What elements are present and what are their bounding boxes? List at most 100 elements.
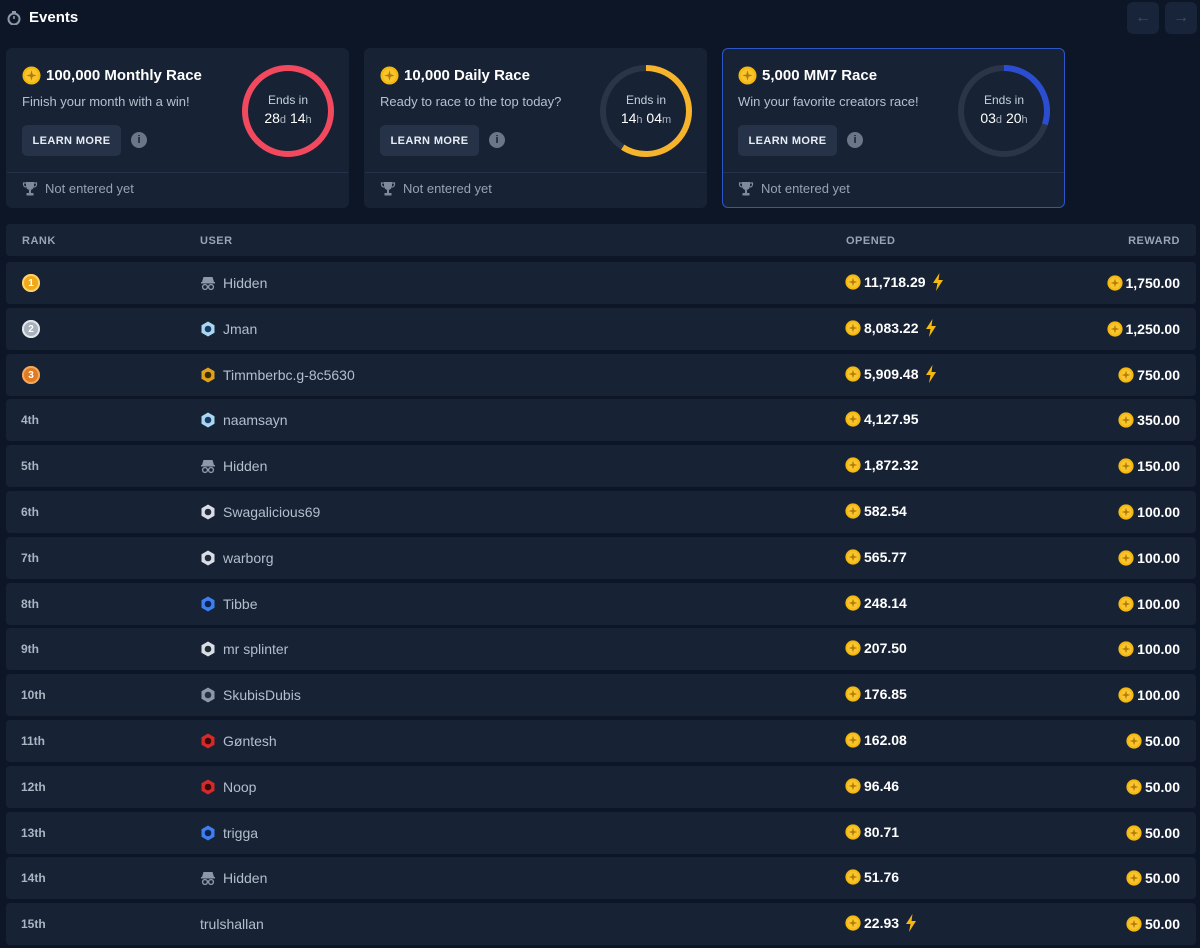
coin-icon xyxy=(1118,412,1134,428)
coin-icon xyxy=(1118,550,1134,566)
username[interactable]: Timmberbc.g-8c5630 xyxy=(223,367,355,383)
username[interactable]: mr splinter xyxy=(223,641,288,657)
opened-amount: 4,127.95 xyxy=(864,411,919,427)
table-row: 13th trigga 80.71 50.00 xyxy=(6,812,1196,854)
rank-column-header: RANK xyxy=(22,235,56,247)
coin-icon xyxy=(1126,916,1142,932)
countdown-value: 14h 04m xyxy=(620,110,672,126)
coin-icon xyxy=(1106,321,1123,337)
coin-icon xyxy=(845,457,861,473)
table-row: 8th Tibbe 248.14 100.00 xyxy=(6,583,1196,625)
bolt-icon xyxy=(926,365,936,383)
learn-more-button[interactable]: LEARN MORE xyxy=(22,125,121,156)
divider xyxy=(723,172,1064,173)
reward-amount: 100.00 xyxy=(1137,641,1180,657)
user-avatar-icon xyxy=(201,596,215,612)
user-avatar-icon xyxy=(201,367,215,383)
opened-amount: 22.93 xyxy=(864,915,900,931)
reward-cell: 50.00 xyxy=(1126,869,1180,887)
user-avatar-icon xyxy=(201,733,215,749)
table-row: 1 Hidden 11,718.29 1,750.00 xyxy=(6,262,1196,304)
bolt-icon xyxy=(933,273,943,291)
leaderboard-header: RANK USER OPENED REWARD xyxy=(6,224,1196,256)
reward-amount: 100.00 xyxy=(1137,504,1180,520)
username[interactable]: warborg xyxy=(223,550,274,566)
reward-amount: 350.00 xyxy=(1137,412,1180,428)
stopwatch-icon xyxy=(7,11,21,25)
user-avatar-icon xyxy=(201,550,215,566)
event-title: 10,000 Daily Race xyxy=(404,67,530,84)
username[interactable]: Hidden xyxy=(223,275,267,291)
opened-amount: 96.46 xyxy=(864,778,900,794)
countdown-value: 28d 14h xyxy=(264,110,312,126)
opened-amount: 248.14 xyxy=(864,595,907,611)
reward-cell: 100.00 xyxy=(1118,549,1180,567)
rank-label: 6th xyxy=(21,505,39,519)
table-row: 10th SkubisDubis 176.85 100.00 xyxy=(6,674,1196,716)
username[interactable]: trigga xyxy=(223,825,258,841)
entry-status: Not entered yet xyxy=(45,181,134,196)
coin-icon xyxy=(845,824,861,840)
trophy-icon xyxy=(738,182,754,196)
username[interactable]: Noop xyxy=(223,779,256,795)
rank-label: 15th xyxy=(21,917,46,931)
reward-amount: 50.00 xyxy=(1144,916,1180,932)
username[interactable]: Hidden xyxy=(223,870,267,886)
table-row: 6th Swagalicious69 582.54 100.00 xyxy=(6,491,1196,533)
event-subtitle: Win your favorite creators race! xyxy=(738,94,919,109)
rank-label: 14th xyxy=(21,871,46,885)
user-avatar-icon xyxy=(201,504,215,520)
coin-icon xyxy=(845,549,861,565)
gold-medal-icon: 1 xyxy=(22,274,40,292)
rank-label: 7th xyxy=(21,551,39,565)
event-title: 5,000 MM7 Race xyxy=(762,67,878,84)
coin-icon xyxy=(1126,733,1142,749)
username[interactable]: SkubisDubis xyxy=(223,687,301,703)
coin-icon xyxy=(1126,825,1142,841)
table-row: 9th mr splinter 207.50 100.00 xyxy=(6,628,1196,670)
reward-cell: 50.00 xyxy=(1126,732,1180,750)
info-icon[interactable]: i xyxy=(489,132,505,148)
reward-cell: 350.00 xyxy=(1118,411,1180,429)
coin-icon xyxy=(1106,275,1123,291)
user-column-header: USER xyxy=(200,235,233,247)
table-row: 7th warborg 565.77 100.00 xyxy=(6,537,1196,579)
username[interactable]: Jman xyxy=(223,321,257,337)
coin-icon xyxy=(1118,596,1134,612)
reward-amount: 100.00 xyxy=(1137,596,1180,612)
trophy-icon xyxy=(380,182,396,196)
opened-amount: 11,718.29 xyxy=(864,274,926,290)
next-button[interactable]: → xyxy=(1165,2,1197,34)
username[interactable]: Hidden xyxy=(223,458,267,474)
learn-more-button[interactable]: LEARN MORE xyxy=(380,125,479,156)
username[interactable]: naamsayn xyxy=(223,412,288,428)
ends-in-label: Ends in xyxy=(625,93,667,107)
table-row: 3 Timmberbc.g-8c5630 5,909.48 750.00 xyxy=(6,354,1196,396)
user-avatar-icon xyxy=(201,641,215,657)
username[interactable]: Tibbe xyxy=(223,596,258,612)
page-title: Events xyxy=(29,9,79,26)
event-card: 100,000 Monthly Race Finish your month wi… xyxy=(6,48,349,208)
username[interactable]: Swagalicious69 xyxy=(223,504,320,520)
user-avatar-icon xyxy=(201,687,215,703)
learn-more-button[interactable]: LEARN MORE xyxy=(738,125,837,156)
previous-button[interactable]: ← xyxy=(1127,2,1159,34)
coin-icon xyxy=(845,732,861,748)
rank-label: 8th xyxy=(21,597,39,611)
rank-label: 13th xyxy=(21,826,46,840)
event-subtitle: Finish your month with a win! xyxy=(22,94,190,109)
user-avatar-icon xyxy=(201,779,215,795)
info-icon[interactable]: i xyxy=(847,132,863,148)
info-icon[interactable]: i xyxy=(131,132,147,148)
bolt-icon xyxy=(926,319,936,337)
username[interactable]: trulshallan xyxy=(200,916,264,932)
username[interactable]: Gøntesh xyxy=(223,733,277,749)
coin-icon xyxy=(845,869,861,885)
user-avatar-icon xyxy=(201,825,215,841)
trophy-icon xyxy=(22,182,38,196)
opened-amount: 51.76 xyxy=(864,869,900,885)
divider xyxy=(365,172,706,173)
coin-icon xyxy=(1118,687,1134,703)
rank-label: 4th xyxy=(21,413,39,427)
table-row: 12th Noop 96.46 50.00 xyxy=(6,766,1196,808)
